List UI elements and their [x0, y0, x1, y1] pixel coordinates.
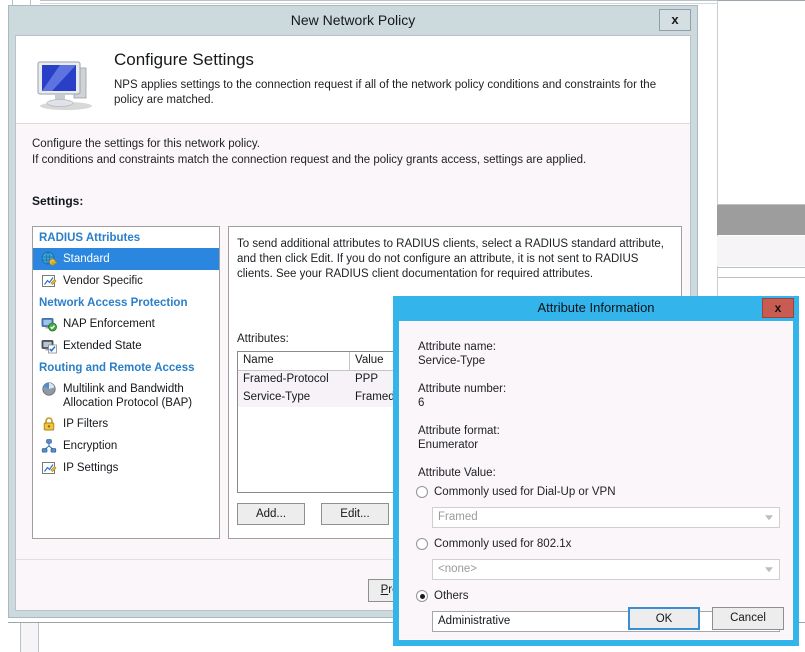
radio-dialup-vpn[interactable]: Commonly used for Dial-Up or VPN [416, 486, 616, 498]
tree-item-ip-filters[interactable]: IP Filters [33, 413, 219, 435]
page-title: Configure Settings [114, 50, 254, 70]
tree-item-encryption[interactable]: Encryption [33, 435, 219, 457]
attribute-format-label: Attribute format: [418, 424, 500, 438]
chart-pencil-icon [41, 273, 57, 289]
chevron-down-icon [765, 515, 773, 520]
radio-others[interactable]: Others [416, 590, 469, 602]
tree-item-label: Extended State [63, 338, 142, 353]
tree-item-extended-state[interactable]: Extended State [33, 335, 219, 357]
background-row [717, 236, 805, 266]
cell-name: Service-Type [238, 389, 350, 407]
intro-line-1: Configure the settings for this network … [32, 136, 652, 152]
radio-label: Others [434, 590, 469, 602]
settings-label: Settings: [32, 194, 83, 208]
window-title-bar: New Network Policy x [9, 6, 697, 34]
dialog-title: Attribute Information [537, 300, 654, 315]
intro-line-2: If conditions and constraints match the … [32, 152, 652, 168]
attribute-name-label: Attribute name: [418, 340, 496, 354]
ok-button[interactable]: OK [628, 607, 700, 630]
tree-item-vendor-specific[interactable]: Vendor Specific [33, 270, 219, 292]
tree-item-label: NAP Enforcement [63, 316, 155, 331]
page-description: NPS applies settings to the connection r… [114, 78, 679, 108]
pane-description: To send additional attributes to RADIUS … [237, 237, 667, 282]
tree-item-label: IP Settings [63, 460, 118, 475]
dropdown-value: Administrative [438, 615, 510, 627]
header-band: Configure Settings NPS applies settings … [16, 36, 690, 124]
settings-tree[interactable]: RADIUS Attributes Standard Vendor Specif… [32, 226, 220, 539]
add-button[interactable]: Add... [237, 503, 305, 525]
screen: New Network Policy x Configure Settings … [0, 0, 805, 652]
tree-item-ip-settings[interactable]: IP Settings [33, 457, 219, 479]
tree-group-routing-and-remote-access: Routing and Remote Access [33, 357, 219, 378]
dot1x-dropdown[interactable]: <none> [432, 559, 780, 580]
close-icon[interactable]: x [659, 9, 691, 31]
tree-item-label: Standard [63, 251, 110, 266]
attribute-format-value: Enumerator [418, 438, 500, 452]
tree-item-nap-enforcement[interactable]: NAP Enforcement [33, 313, 219, 335]
attribute-information-dialog: Attribute Information x Attribute name: … [393, 296, 799, 646]
chart-pencil-icon [41, 460, 57, 476]
tree-item-label: Vendor Specific [63, 273, 143, 288]
attribute-name-value: Service-Type [418, 354, 496, 368]
attribute-number-label: Attribute number: [418, 382, 506, 396]
attribute-number-field: Attribute number: 6 [418, 382, 506, 410]
dropdown-value: Framed [438, 511, 478, 523]
tree-item-label: IP Filters [63, 416, 108, 431]
dialog-cancel-button[interactable]: Cancel [712, 607, 784, 630]
attributes-label: Attributes: [237, 333, 289, 345]
close-icon[interactable]: x [762, 298, 794, 318]
radio-indicator [416, 538, 428, 550]
dropdown-value: <none> [438, 563, 477, 575]
dialup-vpn-dropdown[interactable]: Framed [432, 507, 780, 528]
radio-802-1x[interactable]: Commonly used for 802.1x [416, 538, 571, 550]
tree-item-multilink-bap[interactable]: Multilink and Bandwidth Allocation Proto… [33, 378, 219, 413]
intro-text: Configure the settings for this network … [32, 136, 652, 168]
pie-chart-icon [41, 381, 57, 397]
dialog-title-bar: Attribute Information x [393, 296, 799, 320]
column-header-name: Name [238, 352, 350, 370]
padlock-icon [41, 416, 57, 432]
radio-label: Commonly used for 802.1x [434, 538, 571, 550]
cell-name: Framed-Protocol [238, 371, 350, 389]
attribute-number-value: 6 [418, 396, 506, 410]
attribute-name-field: Attribute name: Service-Type [418, 340, 496, 368]
monitor-green-check-icon [41, 316, 57, 332]
monitor-blue-check-icon [41, 338, 57, 354]
tree-item-label: Multilink and Bandwidth Allocation Proto… [63, 381, 213, 410]
attribute-value-label: Attribute Value: [418, 466, 496, 480]
background-selected-row [717, 205, 805, 235]
tree-group-network-access-protection: Network Access Protection [33, 292, 219, 313]
attribute-format-field: Attribute format: Enumerator [418, 424, 500, 452]
computer-monitor-icon [30, 54, 102, 112]
radio-indicator [416, 590, 428, 602]
edit-button[interactable]: Edit... [321, 503, 389, 525]
tree-item-label: Encryption [63, 438, 117, 453]
window-title: New Network Policy [291, 12, 415, 28]
tree-item-standard[interactable]: Standard [33, 248, 219, 270]
radio-indicator [416, 486, 428, 498]
chevron-down-icon [765, 567, 773, 572]
dialog-body: Attribute name: Service-Type Attribute n… [399, 321, 793, 640]
globe-key-icon [41, 251, 57, 267]
network-nodes-icon [41, 438, 57, 454]
tree-group-radius-attributes: RADIUS Attributes [33, 227, 219, 248]
radio-label: Commonly used for Dial-Up or VPN [434, 486, 616, 498]
